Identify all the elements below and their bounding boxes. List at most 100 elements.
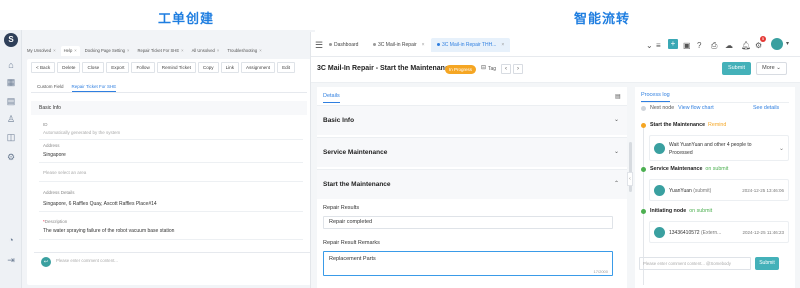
log-user: 13436410572 (Extern...: [669, 230, 721, 236]
section-title: Start the Maintenance: [323, 181, 391, 188]
log-user-name: YuanYuan: [669, 188, 692, 194]
close-icon[interactable]: ×: [181, 48, 183, 53]
tag-button[interactable]: Tag: [488, 66, 496, 72]
tab-all-unsolved[interactable]: All Unsolved ×: [189, 46, 223, 56]
chevron-down-icon[interactable]: ⌄: [779, 145, 784, 152]
back-button[interactable]: < Back: [31, 62, 56, 73]
close-icon[interactable]: ×: [127, 48, 129, 53]
notification-bell-icon[interactable]: 🔔︎: [741, 41, 751, 50]
id-field: Automatically generated by the system: [43, 130, 121, 135]
section-title: Basic Info: [323, 117, 355, 124]
calendar-icon[interactable]: ▣: [683, 41, 691, 50]
tab-docking-page-setting[interactable]: Docking Page Setting ×: [82, 46, 133, 56]
bell-icon[interactable]: ◔: [6, 235, 16, 245]
more-button[interactable]: More ⌄: [756, 62, 787, 75]
chevron-down-icon[interactable]: ⌄: [646, 41, 653, 50]
tab-my-unsolved[interactable]: My Unsolved ×: [24, 46, 59, 56]
tab-dot: [373, 43, 376, 47]
close-button[interactable]: Close: [82, 62, 105, 73]
user-avatar[interactable]: [771, 38, 783, 50]
add-button[interactable]: +: [668, 39, 678, 49]
prev-button[interactable]: ‹: [501, 64, 511, 74]
grid-icon[interactable]: ▦: [6, 77, 16, 87]
more-label: More: [762, 65, 775, 71]
submit-button[interactable]: Submit: [722, 62, 751, 75]
description-label: *Description: [43, 219, 67, 224]
comment-input[interactable]: Please enter comment content... @Somebod…: [639, 257, 751, 270]
section-service-maintenance[interactable]: Service Maintenance ⌄: [317, 137, 627, 167]
close-icon[interactable]: ×: [217, 48, 219, 53]
list-icon[interactable]: ≡: [656, 41, 661, 50]
chevron-down-icon[interactable]: ⌄: [614, 148, 619, 155]
next-button[interactable]: ›: [513, 64, 523, 74]
collapse-panel-button[interactable]: ‹: [627, 172, 633, 186]
close-icon[interactable]: ×: [422, 42, 425, 48]
chart-icon[interactable]: ◫: [6, 132, 16, 142]
node-name: Service Maintenance: [650, 166, 703, 172]
tab-dashboard[interactable]: Dashboard: [329, 40, 358, 54]
remind-link[interactable]: Remind: [708, 122, 726, 128]
settings-icon[interactable]: ⚙: [6, 152, 16, 162]
node-dot: [641, 106, 646, 111]
link-button[interactable]: Link: [220, 62, 240, 73]
log-action: (submit): [693, 188, 712, 194]
tag-icon[interactable]: ⊟: [481, 64, 486, 71]
repair-remarks-textarea[interactable]: Replacement Parts 17/2000: [323, 251, 613, 276]
menu-icon[interactable]: ☰: [315, 40, 323, 51]
process-log-panel: Process log Next node View flow chart See…: [635, 87, 795, 288]
print-icon[interactable]: ⎙: [711, 41, 717, 51]
node-dot: [641, 209, 646, 214]
export-button[interactable]: Export: [106, 62, 130, 73]
settings-icon[interactable]: ⚙: [755, 41, 762, 50]
table-icon[interactable]: ▤: [615, 93, 621, 100]
tab-troubleshooting[interactable]: Troubleshooting ×: [224, 46, 264, 56]
divider: [641, 102, 789, 103]
area-select[interactable]: Please select an area: [43, 170, 86, 175]
description-label-text: Description: [44, 219, 68, 224]
home-icon[interactable]: ⌂: [6, 60, 16, 70]
chevron-down-icon[interactable]: ⌄: [614, 116, 619, 123]
tab-help[interactable]: Help ×: [60, 46, 80, 56]
copy-button[interactable]: Copy: [197, 62, 219, 73]
delete-button[interactable]: Delete: [57, 62, 81, 73]
section-start-maintenance[interactable]: Start the Maintenance ⌃: [317, 169, 627, 199]
side-rail: S ⌂ ▦ ▤ ♙ ◫ ⚙ ◔ ⇥: [0, 30, 22, 288]
tab-mail-in-repair[interactable]: 3C Mail-in Repair ×: [373, 40, 425, 54]
chevron-up-icon[interactable]: ⌃: [614, 180, 619, 187]
close-icon[interactable]: ×: [53, 48, 55, 53]
subtab-custom-field[interactable]: Custom Field: [37, 81, 64, 92]
help-icon[interactable]: ?: [697, 41, 701, 50]
follow-button[interactable]: Follow: [131, 62, 155, 73]
tab-label: 3C Mail-in Repair THH...: [442, 42, 497, 48]
collapse-icon[interactable]: ⇥: [6, 255, 16, 265]
tab-details[interactable]: Details: [323, 93, 340, 103]
comment-submit-button[interactable]: Submit: [755, 257, 779, 270]
description-field[interactable]: The water spraying failure of the robot …: [43, 228, 174, 234]
remind-ticket-button[interactable]: Remind Ticket: [156, 62, 196, 73]
log-card: YuanYuan (submit) 2024-12-25 13:46:06: [649, 179, 789, 201]
subtab-repair-ticket[interactable]: Repair Ticket For SHE: [71, 81, 117, 92]
tab-label: Help: [63, 48, 73, 53]
chevron-down-icon[interactable]: ▾: [786, 40, 789, 47]
assignment-button[interactable]: Assignment: [241, 62, 276, 73]
tab-label: 3C Mail-in Repair: [378, 42, 417, 48]
close-icon[interactable]: ×: [501, 42, 504, 48]
close-icon[interactable]: ×: [74, 48, 76, 53]
close-icon[interactable]: ×: [259, 48, 261, 53]
app-logo[interactable]: S: [4, 33, 18, 47]
address-field[interactable]: Singapore: [43, 152, 66, 158]
book-icon[interactable]: ▤: [6, 96, 16, 106]
node-name: Start the Maintenance: [650, 122, 706, 128]
tab-repair-ticket[interactable]: Repair Ticket For SHE ×: [134, 46, 186, 56]
comment-input[interactable]: Please enter comment content...: [56, 258, 118, 263]
repair-results-input[interactable]: Repair completed: [323, 216, 613, 229]
section-basic-info[interactable]: Basic Info ⌄: [317, 105, 627, 135]
tab-process-log[interactable]: Process log: [641, 92, 670, 102]
user-icon[interactable]: ♙: [6, 114, 16, 124]
cloud-icon[interactable]: ☁: [725, 41, 733, 50]
view-flow-chart-link[interactable]: View flow chart: [678, 105, 714, 111]
see-details-link[interactable]: See details: [753, 105, 779, 111]
edit-button[interactable]: Edit: [277, 62, 295, 73]
address-details-field[interactable]: Singapore, 6 Raffles Quay, Ascott Raffle…: [43, 201, 157, 207]
tab-mail-in-repair-active[interactable]: 3C Mail-in Repair THH... ×: [431, 38, 511, 52]
